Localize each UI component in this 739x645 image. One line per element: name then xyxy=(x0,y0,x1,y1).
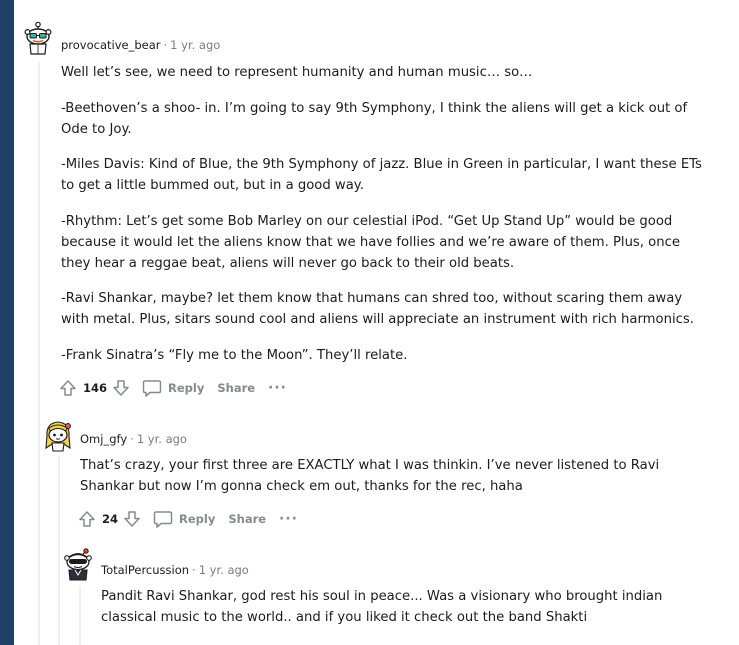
upvote-arrow-icon xyxy=(60,380,76,396)
downvote-arrow-icon xyxy=(124,511,140,527)
comment-body: Well let’s see, we need to represent hum… xyxy=(61,62,711,366)
meta-separator: · xyxy=(130,432,134,446)
vote-score: 146 xyxy=(83,381,108,395)
more-options-button[interactable]: ··· xyxy=(268,381,287,395)
downvote-button[interactable] xyxy=(111,378,131,398)
thread-line-level-2[interactable] xyxy=(58,456,60,645)
comment-actions: 24 Reply Share ··· xyxy=(77,508,298,530)
comment-meta: Omj_gfy · 1 yr. ago xyxy=(80,432,187,446)
reply-button[interactable]: Reply xyxy=(153,510,215,528)
comment-actions: 146 Reply Share ··· xyxy=(58,377,287,399)
avatar[interactable] xyxy=(43,418,73,452)
avatar[interactable] xyxy=(62,547,92,581)
meta-separator: · xyxy=(163,38,168,52)
snoo-avatar-icon xyxy=(45,421,71,452)
vote-score: 24 xyxy=(102,512,119,526)
thread-line-level-3[interactable] xyxy=(79,586,81,645)
comment-paragraph: -Rhythm: Let’s get some Bob Marley on ou… xyxy=(61,213,680,271)
username-link[interactable]: Omj_gfy xyxy=(80,432,127,446)
share-button[interactable]: Share xyxy=(228,512,266,526)
comment-paragraph: -Miles Davis: Kind of Blue, the 9th Symp… xyxy=(61,157,702,193)
comment-paragraph: That’s crazy, your first three are EXACT… xyxy=(80,458,660,494)
username-link[interactable]: provocative_bear xyxy=(61,38,161,52)
upvote-button[interactable] xyxy=(58,378,78,398)
timestamp-link[interactable]: 1 yr. ago xyxy=(137,432,187,446)
meta-separator: · xyxy=(192,563,196,577)
snoo-avatar-icon xyxy=(24,21,52,55)
reply-button[interactable]: Reply xyxy=(142,379,204,397)
comment-body: Pandit Ravi Shankar, god rest his soul i… xyxy=(101,586,681,628)
username-link[interactable]: TotalPercussion xyxy=(101,563,189,577)
share-button[interactable]: Share xyxy=(217,381,255,395)
comment-paragraph: Pandit Ravi Shankar, god rest his soul i… xyxy=(101,589,663,625)
timestamp-link[interactable]: 1 yr. ago xyxy=(199,563,249,577)
comment-paragraph: Well let’s see, we need to represent hum… xyxy=(61,65,533,80)
more-options-button[interactable]: ··· xyxy=(279,512,298,526)
reply-label: Reply xyxy=(168,381,205,395)
downvote-arrow-icon xyxy=(113,380,129,396)
snoo-avatar-icon xyxy=(64,548,92,581)
comment-bubble-icon xyxy=(153,511,173,528)
downvote-button[interactable] xyxy=(122,509,142,529)
thread-line-level-1[interactable] xyxy=(38,62,40,645)
left-sidebar-edge xyxy=(0,0,14,645)
comment-paragraph: -Ravi Shankar, maybe? let them know that… xyxy=(61,291,694,327)
comment-meta: TotalPercussion · 1 yr. ago xyxy=(101,563,249,577)
comment-body: That’s crazy, your first three are EXACT… xyxy=(80,455,670,497)
avatar[interactable] xyxy=(23,21,53,55)
timestamp-link[interactable]: 1 yr. ago xyxy=(170,38,220,52)
upvote-button[interactable] xyxy=(77,509,97,529)
comment-paragraph: -Frank Sinatra’s “Fly me to the Moon”. T… xyxy=(61,347,408,363)
reply-label: Reply xyxy=(179,512,216,526)
comment-bubble-icon xyxy=(142,380,162,397)
upvote-arrow-icon xyxy=(79,511,95,527)
comment-meta: provocative_bear · 1 yr. ago xyxy=(61,38,220,52)
comment-paragraph: -Beethoven’s a shoo- in. I’m going to sa… xyxy=(61,100,688,137)
